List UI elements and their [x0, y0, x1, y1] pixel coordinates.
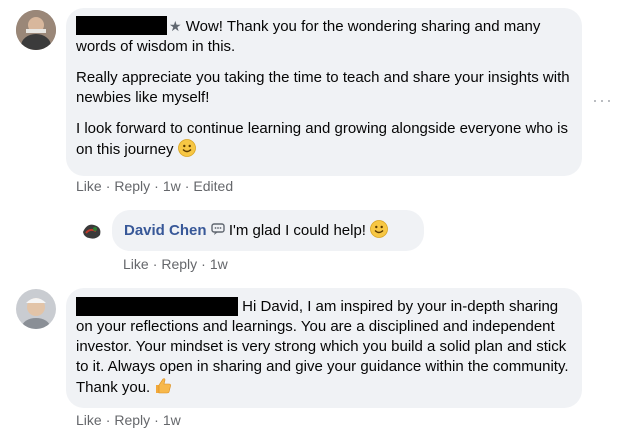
like-link[interactable]: Like: [123, 256, 149, 272]
reply-actions: Like · Reply · 1w: [123, 256, 228, 272]
redacted-author-name: [76, 297, 238, 316]
speech-bubble-icon: [210, 223, 225, 235]
reply-bubble: David Chen I'm glad I could help!: [112, 210, 424, 251]
thumbs-up-emoji-icon: [154, 377, 172, 395]
reply-author-name[interactable]: David Chen: [124, 222, 207, 239]
reply-link[interactable]: Reply: [114, 412, 150, 428]
commenter-avatar[interactable]: [16, 10, 56, 50]
timestamp[interactable]: 1w: [210, 256, 228, 272]
smiley-emoji-icon: [370, 220, 389, 238]
comment-actions: Like · Reply · 1w: [76, 412, 181, 428]
comment-paragraph: Really appreciate you taking the time to…: [76, 69, 570, 106]
edited-label[interactable]: Edited: [193, 178, 233, 194]
reply-link[interactable]: Reply: [114, 178, 150, 194]
more-horizontal-icon[interactable]: ···: [592, 90, 613, 111]
reply-author-avatar[interactable]: [80, 219, 104, 243]
smiley-emoji-icon: [177, 139, 196, 157]
comment-actions: Like · Reply · 1w · Edited: [76, 178, 234, 194]
comment-bubble: ★ Wow! Thank you for the wondering shari…: [66, 8, 582, 176]
timestamp[interactable]: 1w: [163, 178, 181, 194]
comment-bubble: Hi David, I am inspired by your in-depth…: [66, 288, 582, 408]
comment-paragraph: I look forward to continue learning and …: [76, 120, 568, 158]
reply-link[interactable]: Reply: [161, 256, 197, 272]
like-link[interactable]: Like: [76, 178, 102, 194]
redacted-author-name: [76, 16, 167, 35]
star-icon: ★: [169, 18, 182, 34]
comment-paragraph: ★ Wow! Thank you for the wondering shari…: [76, 16, 541, 55]
commenter-avatar[interactable]: [16, 289, 56, 329]
reply-text: I'm glad I could help!: [228, 222, 366, 239]
like-link[interactable]: Like: [76, 412, 102, 428]
timestamp[interactable]: 1w: [163, 412, 181, 428]
comment-paragraph: Hi David, I am inspired by your in-depth…: [76, 297, 569, 396]
